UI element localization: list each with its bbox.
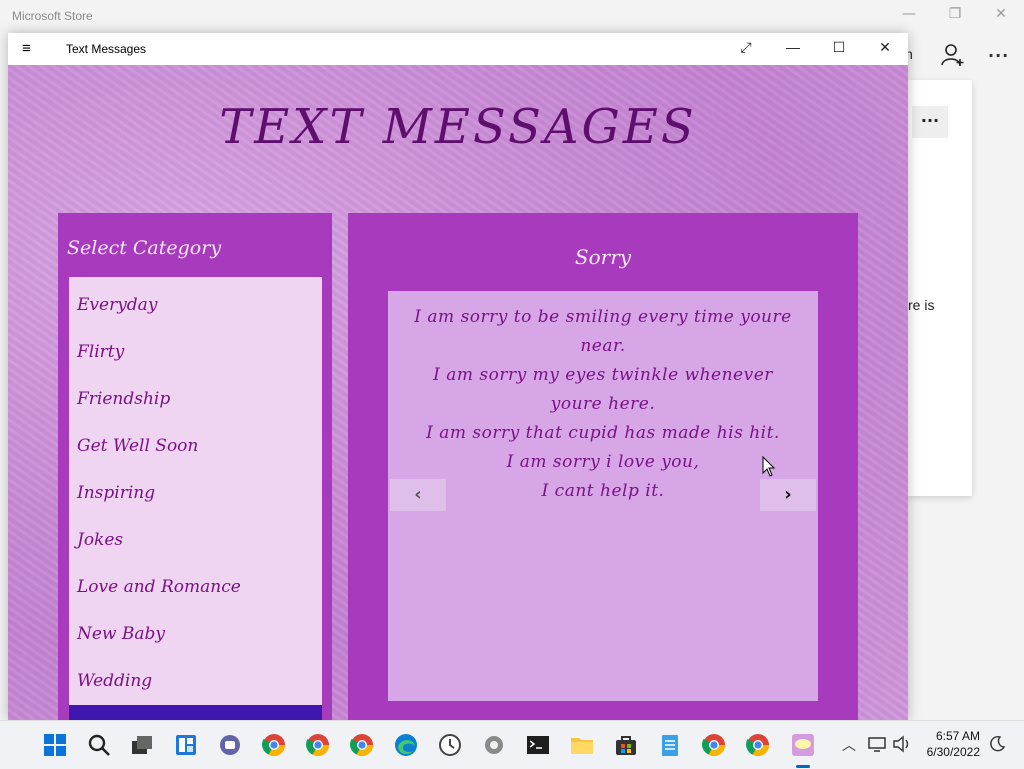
notifications-moon-icon[interactable] xyxy=(988,735,1006,753)
category-item-get-well-soon[interactable]: Get Well Soon xyxy=(69,423,322,470)
chrome-icon[interactable] xyxy=(306,733,330,757)
clock-date: 6/30/2022 xyxy=(926,745,980,759)
text-messages-app-icon[interactable] xyxy=(791,733,815,757)
app-heading: TEXT MESSAGES xyxy=(219,99,697,155)
minimize-button[interactable]: — xyxy=(778,39,808,55)
clock-app-icon[interactable] xyxy=(438,733,462,757)
category-item-everyday[interactable]: Everyday xyxy=(69,282,322,329)
store-more-button[interactable]: ··· xyxy=(912,106,948,138)
volume-icon[interactable] xyxy=(892,735,912,753)
message-line: I am sorry i love you, xyxy=(506,452,700,472)
windows-start-icon[interactable] xyxy=(43,733,67,757)
clock-time: 6:57 AM xyxy=(935,729,980,743)
show-hidden-icons-icon[interactable]: ︿ xyxy=(842,735,856,755)
category-panel: Select Category Everyday Flirty Friendsh… xyxy=(58,213,332,720)
add-user-icon[interactable] xyxy=(940,42,966,68)
category-item-flirty[interactable]: Flirty xyxy=(69,329,322,376)
settings-icon[interactable] xyxy=(482,733,506,757)
task-view-icon[interactable] xyxy=(130,733,154,757)
category-heading: Select Category xyxy=(67,237,222,259)
store-minimize-button[interactable]: — xyxy=(899,6,919,22)
store-more-options-icon[interactable]: ··· xyxy=(988,46,1009,65)
store-partial-description: re is xyxy=(908,297,935,313)
terminal-icon[interactable] xyxy=(526,733,550,757)
network-icon[interactable] xyxy=(867,735,887,753)
notepad-icon[interactable] xyxy=(658,733,682,757)
chrome-icon[interactable] xyxy=(350,733,374,757)
selected-category-title: Sorry xyxy=(574,245,632,269)
message-line: I am sorry my eyes twinkle whenever your… xyxy=(433,365,773,414)
next-message-button[interactable]: › xyxy=(760,479,816,511)
category-item-new-baby[interactable]: New Baby xyxy=(69,611,322,658)
teams-chat-icon[interactable] xyxy=(218,733,242,757)
category-item-friendship[interactable]: Friendship xyxy=(69,376,322,423)
file-explorer-icon[interactable] xyxy=(570,733,594,757)
chrome-icon[interactable] xyxy=(746,733,770,757)
previous-message-button[interactable]: ‹ xyxy=(390,479,446,511)
category-item-love-and-romance[interactable]: Love and Romance xyxy=(69,564,322,611)
message-line: I am sorry that cupid has made his hit. xyxy=(426,423,780,443)
maximize-button[interactable]: ☐ xyxy=(824,39,854,56)
store-restore-button[interactable]: ❐ xyxy=(945,6,965,22)
fullscreen-button[interactable]: ⤢ xyxy=(731,39,761,56)
app-canvas: TEXT MESSAGES Select Category Everyday F… xyxy=(8,65,908,720)
widgets-icon[interactable] xyxy=(174,733,198,757)
category-item-wedding[interactable]: Wedding xyxy=(69,658,322,705)
taskbar: ︿ 6:57 AM 6/30/2022 xyxy=(0,720,1024,769)
chrome-icon[interactable] xyxy=(702,733,726,757)
clock[interactable]: 6:57 AM 6/30/2022 xyxy=(927,728,980,760)
message-text: I am sorry to be smiling every time your… xyxy=(410,303,796,506)
text-messages-window: ≡ Text Messages ⤢ — ☐ ✕ TEXT MESSAGES Se… xyxy=(8,33,908,720)
window-title: Text Messages xyxy=(66,42,147,56)
message-box: I am sorry to be smiling every time your… xyxy=(388,291,818,701)
category-item-sorry[interactable]: Sorry xyxy=(69,705,322,720)
message-line: I am sorry to be smiling every time your… xyxy=(414,307,792,356)
category-item-inspiring[interactable]: Inspiring xyxy=(69,470,322,517)
category-list: Everyday Flirty Friendship Get Well Soon… xyxy=(69,277,322,720)
search-icon[interactable] xyxy=(87,733,111,757)
message-line: I cant help it. xyxy=(541,481,665,501)
close-button[interactable]: ✕ xyxy=(870,39,900,56)
store-content-card xyxy=(908,80,972,496)
mouse-cursor-icon xyxy=(762,456,776,477)
hamburger-menu-icon[interactable]: ≡ xyxy=(22,40,31,57)
edge-icon[interactable] xyxy=(394,733,418,757)
store-close-button[interactable]: ✕ xyxy=(991,6,1011,22)
microsoft-store-icon[interactable] xyxy=(614,733,638,757)
message-panel: Sorry I am sorry to be smiling every tim… xyxy=(348,213,858,720)
chrome-icon[interactable] xyxy=(262,733,286,757)
store-window-title: Microsoft Store xyxy=(12,9,93,23)
window-titlebar: ≡ Text Messages ⤢ — ☐ ✕ xyxy=(8,33,908,65)
category-item-jokes[interactable]: Jokes xyxy=(69,517,322,564)
